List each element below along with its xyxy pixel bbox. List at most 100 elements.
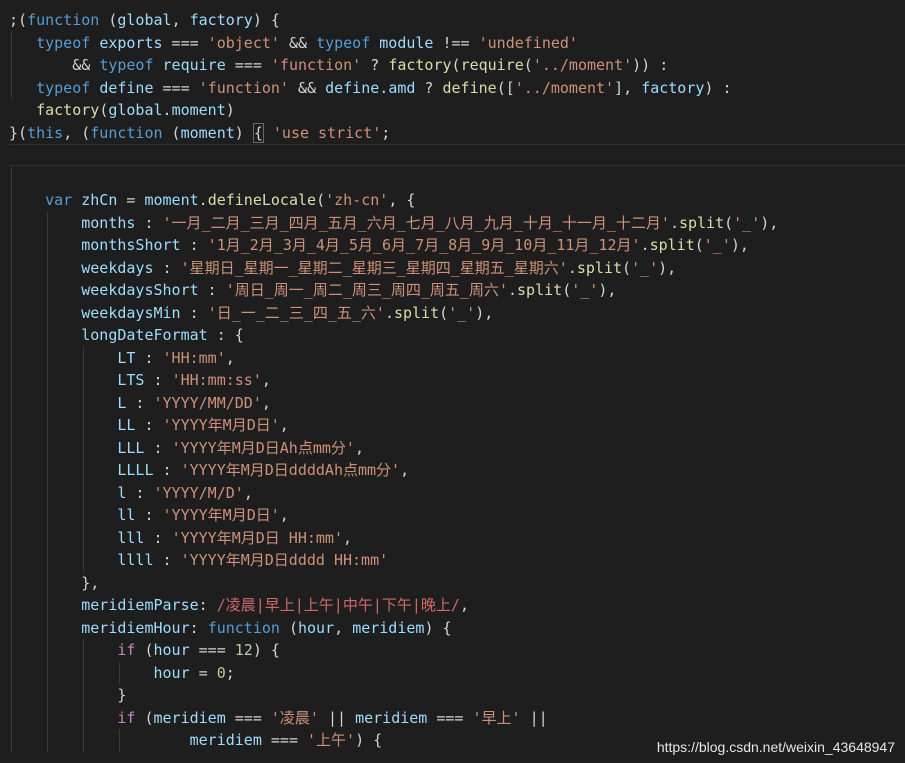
code-token: ( <box>451 56 461 74</box>
code-token: ; <box>225 663 235 682</box>
code-line: LLL : 'YYYY年M月D日Ah点mm分', <box>9 437 905 459</box>
code-line: llll : 'YYYY年M月D日dddd HH:mm' <box>9 549 905 571</box>
code-token: === <box>189 641 235 659</box>
code-token: function <box>27 11 100 29</box>
code-token: define <box>325 78 380 97</box>
code-token: factory <box>641 78 705 97</box>
code-token: define <box>442 78 497 97</box>
code-token: : { <box>207 326 244 344</box>
code-token: '星期日_星期一_星期二_星期三_星期四_星期五_星期六' <box>180 258 568 277</box>
code-token: ], <box>614 78 642 97</box>
code-token: '上午' <box>307 731 356 749</box>
code-line: meridiemParse: /凌晨|早上|上午|中午|下午|晚上/, <box>9 594 905 616</box>
code-editor[interactable]: ;(function (global, factory) { typeof ex… <box>0 0 905 763</box>
code-line: monthsShort : '1月_2月_3月_4月_5月_6月_7月_8月_9… <box>9 234 905 256</box>
code-token: factory <box>189 11 253 29</box>
code-token: this <box>27 123 64 142</box>
code-token: , <box>343 528 353 547</box>
code-line: hour = 0; <box>9 662 905 684</box>
code-token: split <box>649 236 695 254</box>
code-token: weekdaysMin <box>81 303 181 322</box>
code-token: '一月_二月_三月_四月_五月_六月_七月_八月_九月_十月_十一月_十二月' <box>162 213 670 232</box>
code-line: typeof define === 'function' && define.a… <box>9 77 905 99</box>
code-token: . <box>162 101 172 119</box>
code-token: hour <box>153 641 190 659</box>
code-line: }(this, (function (moment) { 'use strict… <box>9 122 905 144</box>
code-token: typeof <box>99 56 154 74</box>
code-token: 'YYYY年M月D日' <box>162 416 280 434</box>
code-token: , <box>225 348 235 367</box>
code-token: '早上' <box>472 708 521 727</box>
code-token: : <box>198 281 226 299</box>
code-token: . <box>384 303 394 322</box>
code-token: meridiem <box>189 731 262 749</box>
code-token: 'object' <box>207 33 280 52</box>
code-token: = <box>117 191 145 209</box>
code-line: && typeof require === 'function' ? facto… <box>9 54 905 76</box>
code-token: && <box>279 33 317 52</box>
code-token: '1月_2月_3月_4月_5月_6月_7月_8月_9月_10月_11月_12月' <box>207 236 641 254</box>
code-token: , <box>279 416 289 434</box>
code-token: ) <box>234 123 253 142</box>
code-line: l : 'YYYY/M/D', <box>9 482 905 504</box>
code-token: meridiemParse <box>81 596 199 614</box>
code-token: require <box>162 56 226 74</box>
code-token: ( <box>316 191 326 209</box>
code-token: '_' <box>733 213 761 232</box>
code-token: , <box>279 506 289 524</box>
code-token: months <box>81 213 136 232</box>
code-token: ( <box>99 101 109 119</box>
code-line: if (hour === 12) { <box>9 639 905 661</box>
code-token: . <box>640 236 650 254</box>
code-token: , <box>243 483 253 502</box>
code-token: : <box>180 236 208 254</box>
code-token: LTS <box>117 371 145 389</box>
code-line: ;(function (global, factory) { <box>9 9 905 31</box>
code-token: . <box>508 281 518 299</box>
code-token: meridiem <box>352 618 425 637</box>
code-token: ( <box>135 641 154 659</box>
code-token: meridiemHour <box>81 618 190 637</box>
code-token: : <box>153 551 181 569</box>
code-token: amd <box>388 78 416 97</box>
code-token: : <box>144 528 172 547</box>
code-token: . <box>379 78 389 97</box>
code-token: hour <box>153 663 190 682</box>
code-token: : <box>126 393 154 412</box>
code-token: ; <box>381 123 391 142</box>
code-token: 0 <box>216 663 226 682</box>
code-token: '_' <box>703 236 731 254</box>
code-token: exports <box>99 33 163 52</box>
code-token: /凌晨|早上|上午|中午|下午|晚上/ <box>216 596 460 614</box>
code-token: 'HH:mm' <box>162 348 226 367</box>
code-token: typeof <box>316 33 371 52</box>
code-token: '_' <box>631 258 659 277</box>
code-token: === <box>225 708 271 727</box>
code-token: moment <box>144 191 199 209</box>
code-token: , <box>354 438 364 457</box>
code-token: || <box>318 708 356 727</box>
code-token: typeof <box>36 33 91 52</box>
code-token: ( <box>162 123 181 142</box>
code-token: 'YYYY年M月D日dddd HH:mm' <box>180 551 389 569</box>
code-token: : <box>198 596 217 614</box>
code-token: define <box>99 78 154 97</box>
code-token: , { <box>388 191 416 209</box>
code-token: '凌晨' <box>270 708 319 727</box>
code-token: ? <box>361 56 389 74</box>
code-token: || <box>520 708 548 727</box>
